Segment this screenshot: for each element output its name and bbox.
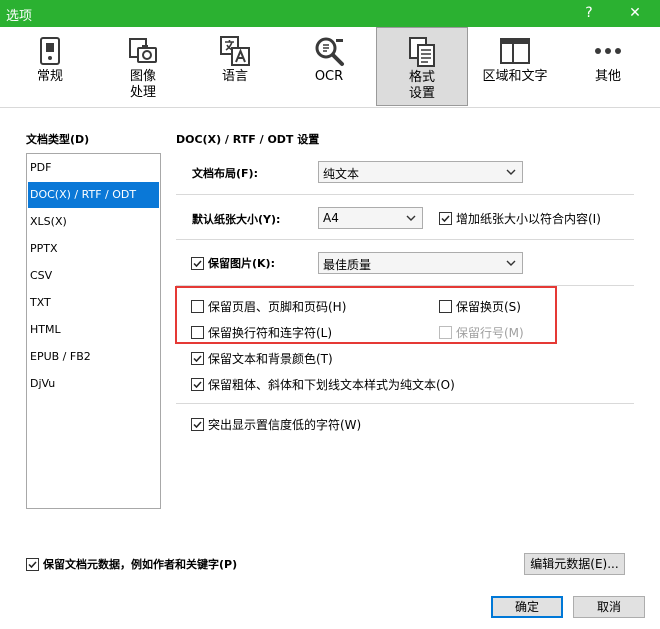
chevron-down-icon: [506, 260, 516, 266]
increase-paper-checkbox[interactable]: 增加纸张大小以符合内容(I): [439, 210, 601, 226]
checkmark-icon: [193, 259, 202, 267]
list-item-html[interactable]: HTML: [28, 317, 159, 343]
checkmark-icon: [193, 380, 202, 388]
tab-ocr-label: OCR: [314, 69, 344, 84]
edit-metadata-button[interactable]: 编辑元数据(E)...: [524, 553, 625, 575]
doc-types-label: 文档类型(D): [26, 133, 90, 146]
cancel-button[interactable]: 取消: [573, 596, 645, 618]
checkmark-icon: [441, 214, 450, 222]
list-item-txt[interactable]: TXT: [28, 290, 159, 316]
separator: [176, 403, 634, 404]
keep-line-breaks-checkbox[interactable]: 保留换行符和连字符(L): [191, 324, 332, 340]
increase-paper-label: 增加纸张大小以符合内容(I): [456, 211, 601, 226]
checkbox-box: [191, 299, 204, 313]
checkmark-icon: [193, 354, 202, 362]
doc-types-list: PDF DOC(X) / RTF / ODT XLS(X) PPTX CSV T…: [26, 153, 161, 509]
list-item-csv[interactable]: CSV: [28, 263, 159, 289]
checkbox-box: [26, 557, 39, 571]
more-dots-icon: [595, 48, 621, 54]
list-item-djvu[interactable]: DjVu: [28, 371, 159, 397]
keep-text-bg-color-checkbox[interactable]: 保留文本和背景颜色(T): [191, 350, 333, 366]
keep-page-breaks-checkbox[interactable]: 保留换页(S): [439, 298, 521, 314]
keep-headers-checkbox[interactable]: 保留页眉、页脚和页码(H): [191, 298, 346, 314]
tab-areas-and-text[interactable]: 区域和文字: [472, 27, 558, 106]
layout-label: 文档布局(F):: [192, 167, 258, 180]
paper-size-label: 默认纸张大小(Y):: [192, 213, 281, 226]
list-item-pptx[interactable]: PPTX: [28, 236, 159, 262]
options-toolbar: 常规 图像 处理 语言 OCR 格式 设置 区域和文字 其他: [0, 27, 660, 108]
tab-format-settings-label: 格式 设置: [408, 70, 435, 101]
checkbox-box: [191, 417, 204, 431]
keep-metadata-label: 保留文档元数据，例如作者和关键字(P): [43, 558, 238, 571]
keep-headers-label: 保留页眉、页脚和页码(H): [208, 299, 347, 314]
keep-metadata-checkbox[interactable]: 保留文档元数据，例如作者和关键字(P): [26, 556, 237, 572]
keep-line-numbers-label: 保留行号(M): [456, 325, 524, 340]
image-quality-value: 最佳质量: [323, 258, 372, 272]
tab-other-label: 其他: [594, 69, 621, 84]
chevron-down-icon: [406, 215, 416, 221]
tab-language[interactable]: 语言: [192, 27, 278, 106]
settings-heading: DOC(X) / RTF / ODT 设置: [176, 133, 320, 146]
checkbox-box: [191, 351, 204, 365]
tab-ocr[interactable]: OCR: [286, 27, 372, 106]
translate-icon: [220, 36, 250, 66]
tab-general-label: 常规: [36, 69, 63, 84]
chevron-down-icon: [506, 169, 516, 175]
magnifier-icon: [315, 37, 344, 66]
checkmark-icon: [28, 560, 37, 568]
list-item-xlsx[interactable]: XLS(X): [28, 209, 159, 235]
image-camera-icon: [129, 38, 157, 63]
keep-line-numbers-checkbox[interactable]: 保留行号(M): [439, 324, 524, 340]
keep-bold-italic-checkbox[interactable]: 保留粗体、斜体和下划线文本样式为纯文本(O): [191, 376, 455, 392]
list-item-docx[interactable]: DOC(X) / RTF / ODT: [28, 182, 159, 208]
close-button[interactable]: ✕: [624, 2, 646, 24]
help-button[interactable]: ?: [578, 2, 600, 24]
checkbox-box: [191, 256, 204, 270]
tab-areas-and-text-label: 区域和文字: [482, 69, 548, 84]
window-layout-icon: [500, 38, 530, 64]
checkbox-box: [191, 377, 204, 391]
tab-image-processing-label: 图像 处理: [129, 69, 156, 100]
checkmark-icon: [193, 420, 202, 428]
switch-icon: [40, 37, 60, 65]
checkbox-box: [191, 325, 204, 339]
tab-format-settings[interactable]: 格式 设置: [376, 27, 468, 106]
separator: [176, 239, 634, 240]
ok-button[interactable]: 确定: [491, 596, 563, 618]
layout-value: 纯文本: [323, 167, 360, 181]
title-bar: 选项 ? ✕: [0, 0, 660, 27]
paper-size-select[interactable]: A4: [318, 207, 423, 229]
tab-language-label: 语言: [221, 69, 248, 84]
paper-size-value: A4: [323, 211, 339, 225]
keep-line-breaks-label: 保留换行符和连字符(L): [208, 325, 333, 340]
tab-other[interactable]: 其他: [566, 27, 650, 106]
image-quality-select[interactable]: 最佳质量: [318, 252, 523, 274]
keep-text-bg-color-label: 保留文本和背景颜色(T): [208, 351, 333, 366]
separator: [176, 194, 634, 195]
keep-bold-italic-label: 保留粗体、斜体和下划线文本样式为纯文本(O): [208, 377, 455, 392]
keep-images-checkbox[interactable]: 保留图片(K):: [191, 255, 275, 271]
keep-page-breaks-label: 保留换页(S): [456, 299, 521, 314]
highlight-low-confidence-label: 突出显示置信度低的字符(W): [208, 417, 362, 432]
highlight-low-confidence-checkbox[interactable]: 突出显示置信度低的字符(W): [191, 416, 361, 432]
tab-image-processing[interactable]: 图像 处理: [100, 27, 186, 106]
checkbox-box: [439, 211, 452, 225]
keep-images-label: 保留图片(K):: [208, 257, 275, 270]
format-pages-icon: [409, 37, 435, 67]
window-title: 选项: [6, 9, 33, 24]
checkbox-box: [439, 299, 452, 313]
list-item-pdf[interactable]: PDF: [28, 155, 159, 181]
checkbox-box: [439, 325, 452, 339]
tab-general[interactable]: 常规: [8, 27, 92, 106]
layout-select[interactable]: 纯文本: [318, 161, 523, 183]
list-item-epub[interactable]: EPUB / FB2: [28, 344, 159, 370]
